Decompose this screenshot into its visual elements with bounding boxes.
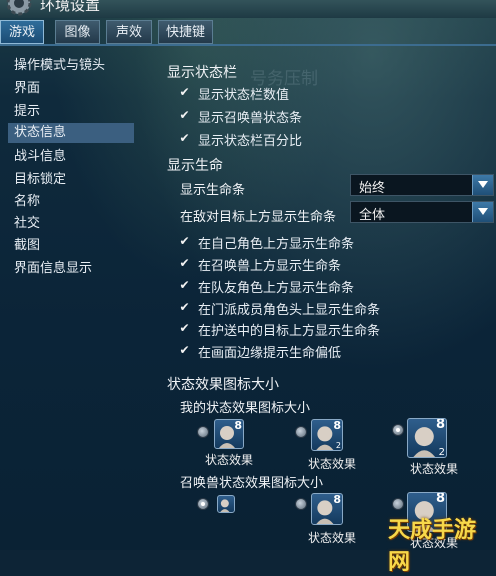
gear-icon (6, 0, 32, 16)
buff-stack-count: 8 (333, 493, 341, 506)
check-label: 在自己角色上方显示生命条 (198, 237, 355, 252)
enemy-health-bar-select[interactable]: 全体 (350, 201, 494, 223)
buff-option-label: 状态效果 (308, 531, 357, 545)
health-bar-select[interactable]: 始终 (350, 174, 494, 196)
window-title: 环境设置 (40, 0, 101, 14)
sidebar-item-interface[interactable]: 界面 (8, 79, 134, 99)
buff-icon: 8 2 (311, 419, 343, 451)
buff-stack-count: 8 (234, 419, 242, 432)
summon-buffsize-title: 召唤兽状态效果图标大小 (180, 476, 324, 491)
sidebar-item-screenshot[interactable]: 截图 (8, 236, 134, 256)
check-label: 在护送中的目标上方显示生命条 (198, 324, 381, 339)
checkbox-checked-icon[interactable]: ✔ (178, 109, 191, 122)
buff-stack-count: 8 (333, 419, 341, 432)
summon-buffsize-radio-1[interactable] (197, 498, 209, 510)
health-section-title: 显示生命 (167, 158, 223, 174)
tab-bar: 游戏 图像 声效 快捷键 (0, 20, 496, 44)
buff-option-label: 状态效果 (308, 457, 357, 471)
select-value: 全体 (359, 208, 386, 223)
health-bar-label: 显示生命条 (180, 183, 246, 198)
buff-stack-count: 8 (435, 418, 445, 432)
statusbar-section-title: 显示状态栏 (167, 65, 237, 81)
buffsize-section-title: 状态效果图标大小 (167, 377, 279, 393)
my-buffsize-radio-2[interactable] (295, 426, 307, 438)
sidebar-item-status-info[interactable]: 状态信息 (8, 123, 134, 143)
my-buffsize-title: 我的状态效果图标大小 (180, 401, 311, 416)
buff-stack-count: 8 (435, 492, 445, 506)
check-label: 显示召唤兽状态条 (198, 111, 303, 126)
sidebar-item-combat-info[interactable]: 战斗信息 (8, 147, 134, 167)
tab-game[interactable]: 游戏 (0, 20, 44, 44)
title-bar: 环境设置 (0, 0, 496, 18)
check-label: 在队友角色上方显示生命条 (198, 281, 355, 296)
sidebar-item-social[interactable]: 社交 (8, 214, 134, 234)
sidebar-item-tips[interactable]: 提示 (8, 102, 134, 122)
check-label: 显示状态栏百分比 (198, 134, 303, 149)
checkbox-checked-icon[interactable]: ✔ (178, 235, 191, 248)
checkbox-checked-icon[interactable]: ✔ (178, 257, 191, 270)
check-label: 在门派成员角色头上显示生命条 (198, 303, 381, 318)
summon-buffsize-radio-2[interactable] (295, 498, 307, 510)
checkbox-checked-icon[interactable]: ✔ (178, 86, 191, 99)
check-label: 显示状态栏数值 (198, 88, 290, 103)
tab-hotkeys[interactable]: 快捷键 (158, 20, 213, 44)
buff-icon: 8 2 (407, 418, 447, 458)
select-value: 始终 (359, 181, 386, 196)
my-buffsize-radio-1[interactable] (197, 426, 209, 438)
enemy-health-bar-label: 在敌对目标上方显示生命条 (180, 210, 337, 225)
check-label: 在召唤兽上方显示生命条 (198, 259, 342, 274)
buff-icon (217, 495, 235, 513)
buff-sub-count: 2 (335, 441, 341, 450)
checkbox-checked-icon[interactable]: ✔ (178, 279, 191, 292)
site-watermark: 天成手游网 (388, 518, 477, 575)
tab-graphics[interactable]: 图像 (55, 20, 100, 44)
checkbox-checked-icon[interactable]: ✔ (178, 322, 191, 335)
buff-sub-count: 2 (438, 447, 445, 458)
check-label: 在画面边缘提示生命偏低 (198, 346, 342, 361)
buff-option-label: 状态效果 (205, 453, 254, 467)
checkbox-checked-icon[interactable]: ✔ (178, 132, 191, 145)
sidebar-item-names[interactable]: 名称 (8, 192, 134, 212)
buff-icon: 8 (311, 493, 343, 525)
buff-option-label: 状态效果 (410, 462, 459, 476)
buff-icon: 8 (214, 419, 244, 449)
dropdown-arrow-icon[interactable] (472, 202, 493, 222)
dropdown-arrow-icon[interactable] (472, 175, 493, 195)
tab-divider (0, 44, 496, 46)
tab-sound[interactable]: 声效 (106, 20, 152, 44)
checkbox-checked-icon[interactable]: ✔ (178, 344, 191, 357)
sidebar-item-target-lock[interactable]: 目标锁定 (8, 170, 134, 190)
sidebar-item-ui-display[interactable]: 界面信息显示 (8, 259, 134, 279)
sidebar-item-controls[interactable]: 操作模式与镜头 (8, 56, 134, 76)
checkbox-checked-icon[interactable]: ✔ (178, 301, 191, 314)
summon-buffsize-radio-3[interactable] (392, 498, 404, 510)
my-buffsize-radio-3[interactable] (392, 424, 404, 436)
